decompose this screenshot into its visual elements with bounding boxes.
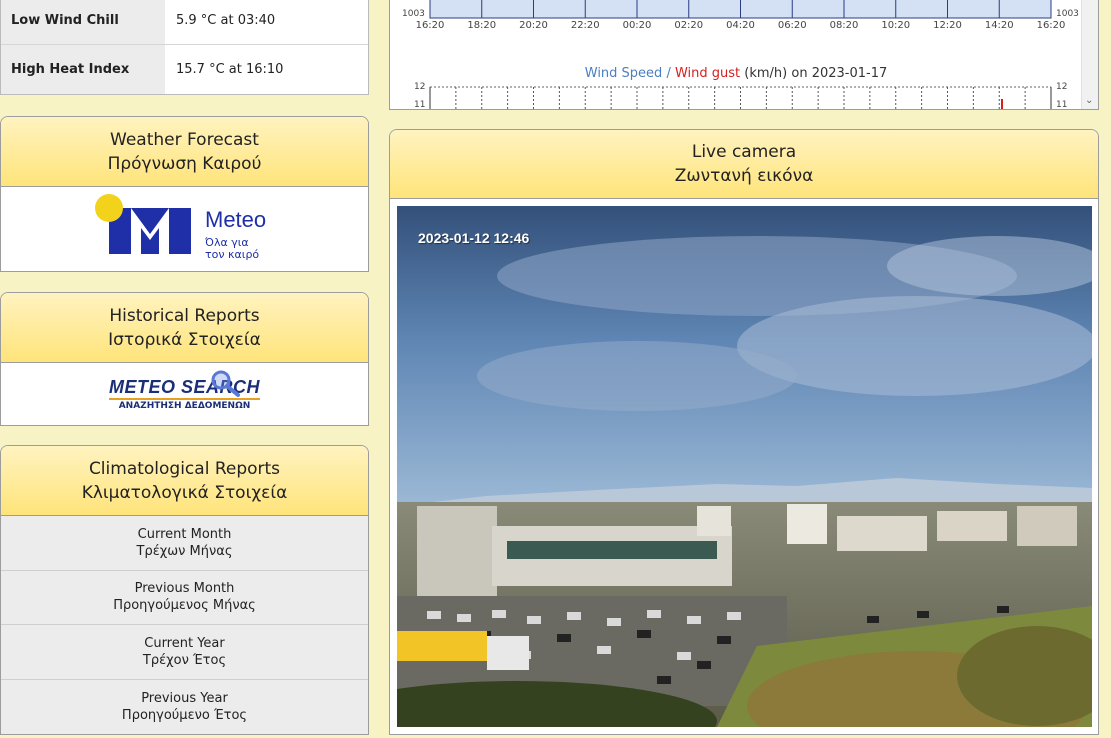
pressure-y-label-left: 1003 [402,9,425,19]
forecast-header: Weather Forecast Πρόγνωση Καιρού [1,117,368,187]
pressure-x-tick-label: 00:20 [623,20,652,31]
meteo-search-link[interactable]: METEO SEARCH ΑΝΑΖΗΤΗΣΗ ΔΕΔΟΜΕΝΩΝ [1,363,368,425]
pressure-x-tick-label: 06:20 [778,20,807,31]
link-label-gr: Τρέχων Μήνας [136,543,233,559]
forecast-title-gr: Πρόγνωση Καιρού [107,153,262,174]
charts-scroll-area[interactable]: 1003 1003 16:20 18:20 20:20 22:20 00:20 02:20… [389,0,1099,110]
scroll-down-icon[interactable]: ⌄ [1085,95,1093,106]
climate-link-current-month[interactable]: Current Month Τρέχων Μήνας [1,516,368,571]
pressure-x-tick-label: 16:20 [416,20,445,31]
historical-header: Historical Reports Ιστορικά Στοιχεία [1,293,368,363]
camera-image[interactable]: 2023-01-12 12:46 [397,206,1092,727]
record-row: High Heat Index 15.7 °C at 16:10 [1,45,368,94]
link-label-gr: Προηγούμενος Μήνας [113,598,256,614]
records-table: Low Wind Chill 5.9 °C at 03:40 High Heat… [0,0,369,95]
pressure-y-label-right: 1003 [1056,9,1079,19]
camera-title-gr: Ζωντανή εικόνα [674,166,814,186]
link-label-gr: Τρέχον Έτος [142,652,227,668]
wind-title-gust: Wind gust [675,66,740,81]
link-label-gr: Προηγούμενο Έτος [121,707,248,723]
wind-chart-title: Wind Speed / Wind gust (km/h) on 2023-01… [585,66,888,81]
pressure-x-tick-label: 08:20 [830,20,859,31]
camera-title-en: Live camera [691,142,797,162]
pressure-x-tick-label: 12:20 [933,20,962,31]
pressure-x-tick-label: 02:20 [674,20,703,31]
charts-svg: 1003 1003 16:20 18:20 20:20 22:20 00:20 02:20… [402,0,1079,110]
wind-title-sep: / [662,66,675,81]
climatological-list: Current Month Τρέχων Μήνας Previous Mont… [1,516,368,734]
wind-y-label-11-left: 11 [414,100,425,110]
pressure-x-tick-label: 14:20 [985,20,1014,31]
camera-header: Live camera Ζωντανή εικόνα [390,130,1098,199]
record-value: 5.9 °C at 03:40 [176,12,276,28]
pressure-x-tick-label: 04:20 [726,20,755,31]
wind-y-label-12-left: 12 [414,82,425,92]
link-label-en: Current Year [144,635,225,651]
climatological-title-gr: Κλιματολογικά Στοιχεία [81,482,288,503]
wind-title-speed: Wind Speed [585,66,663,81]
link-label-en: Current Month [137,526,232,542]
pressure-x-tick-label: 18:20 [467,20,496,31]
magnifier-icon [211,370,240,397]
vertical-scrollbar[interactable]: ⌄ [1081,0,1098,109]
record-label: High Heat Index [1,45,165,94]
record-value: 15.7 °C at 16:10 [176,62,284,77]
pressure-x-tick-label: 20:20 [519,20,548,31]
link-label-en: Previous Year [141,690,228,706]
link-label-en: Previous Month [134,581,235,597]
climatological-header: Climatological Reports Κλιματολογικά Στο… [1,446,368,516]
forecast-title-en: Weather Forecast [110,129,259,150]
camera-scene [397,206,1092,727]
wind-y-label-12-right: 12 [1056,82,1067,92]
wind-title-unit: (km/h) on [740,66,812,81]
climate-link-current-year[interactable]: Current Year Τρέχον Έτος [1,625,368,680]
meteo-logo-name: Meteo [205,207,267,232]
historical-title-en: Historical Reports [109,305,260,326]
camera-panel: Live camera Ζωντανή εικόνα 2023-01-12 12… [389,129,1099,735]
pressure-x-tick-label: 16:20 [1037,20,1066,31]
pressure-x-tick-label: 10:20 [881,20,910,31]
meteo-logo-link[interactable]: Meteo Όλα για τον καιρό [1,187,368,271]
historical-panel: Historical Reports Ιστορικά Στοιχεία MET… [0,292,369,426]
climate-link-previous-month[interactable]: Previous Month Προηγούμενος Μήνας [1,570,368,625]
pressure-x-tick-label: 22:20 [571,20,600,31]
camera-timestamp: 2023-01-12 12:46 [418,230,530,246]
climatological-title-en: Climatological Reports [88,458,281,479]
forecast-panel: Weather Forecast Πρόγνωση Καιρού Meteo Ό… [0,116,369,272]
wind-title-date: 2023-01-17 [812,66,888,81]
meteo-logo-tagline-2: τον καιρό [205,248,260,261]
record-label: Low Wind Chill [1,0,165,44]
wind-y-label-11-right: 11 [1056,100,1067,110]
climate-link-previous-year[interactable]: Previous Year Προηγούμενο Έτος [1,679,368,734]
meteo-logo-tagline-1: Όλα για [205,236,249,249]
meteo-search-logo-sub: ΑΝΑΖΗΤΗΣΗ ΔΕΔΟΜΕΝΩΝ [118,400,251,411]
historical-title-gr: Ιστορικά Στοιχεία [108,329,261,350]
record-row: Low Wind Chill 5.9 °C at 03:40 [1,0,368,45]
climatological-panel: Climatological Reports Κλιματολογικά Στο… [0,445,369,735]
